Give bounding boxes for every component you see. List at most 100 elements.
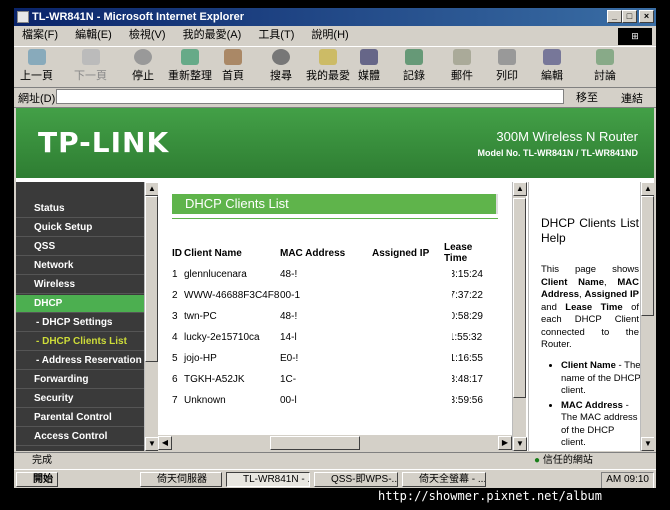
help-panel: DHCP Clients List Help This page shows C… [528, 182, 654, 451]
browser-window: TL-WR841N - Microsoft Internet Explorer … [14, 8, 656, 488]
scroll-down-arrow-icon[interactable]: ▼ [641, 437, 654, 451]
col-lease-time: Lease Time [444, 242, 473, 264]
address-input[interactable] [56, 89, 564, 104]
content-scrollbar[interactable]: ▲ ▼ [512, 182, 527, 451]
edit-icon [543, 49, 561, 65]
cell-id: 6 [172, 374, 178, 385]
nav-dhcp-clients-list[interactable]: - DHCP Clients List [16, 333, 144, 351]
cell-lease: 23:48:17 [444, 374, 483, 385]
nav-dhcp-settings[interactable]: - DHCP Settings [16, 314, 144, 332]
router-banner: TP-LINK 300M Wireless N Router Model No.… [16, 108, 654, 178]
nav-sidebar: Status Quick Setup QSS Network Wireless … [16, 182, 144, 451]
menu-edit[interactable]: 編輯(E) [75, 29, 112, 41]
back-arrow-icon [27, 49, 46, 65]
forward-button[interactable]: 下一頁 [74, 49, 107, 83]
nav-quick-setup[interactable]: Quick Setup [16, 219, 144, 237]
nav-dhcp[interactable]: DHCP [16, 295, 144, 313]
menu-favorites[interactable]: 我的最愛(A) [183, 29, 242, 41]
go-button[interactable]: 移至 [576, 89, 598, 105]
start-button[interactable]: 開始 [16, 472, 58, 487]
nav-parental-control[interactable]: Parental Control [16, 409, 144, 427]
nav-wireless[interactable]: Wireless [16, 276, 144, 294]
nav-network[interactable]: Network [16, 257, 144, 275]
scroll-down-arrow-icon[interactable]: ▼ [145, 437, 159, 451]
home-button[interactable]: 首頁 [222, 49, 244, 83]
cell-id: 7 [172, 395, 178, 406]
nav-access-control[interactable]: Access Control [16, 428, 144, 446]
scroll-up-arrow-icon[interactable]: ▲ [145, 182, 159, 196]
media-icon [360, 49, 378, 65]
ie-icon [17, 11, 29, 23]
menu-view[interactable]: 檢視(V) [129, 29, 166, 41]
links-button[interactable]: 連結 [621, 90, 643, 106]
model-number: Model No. TL-WR841N / TL-WR841ND [477, 148, 638, 158]
taskbar-app-3[interactable]: QSS-即WPS-... [314, 472, 398, 487]
taskbar: 開始 倚天伺服器 TL-WR841N - ... QSS-即WPS-... 倚天… [14, 469, 656, 488]
nav-qss[interactable]: QSS [16, 238, 144, 256]
sidebar-scrollbar[interactable]: ▲ ▼ [144, 182, 159, 451]
cell-id: 2 [172, 290, 178, 301]
help-scroll-thumb[interactable] [641, 196, 654, 316]
menu-tools[interactable]: 工具(T) [258, 29, 294, 41]
menu-bar: 檔案(F) 編輯(E) 檢視(V) 我的最愛(A) 工具(T) 說明(H) [14, 26, 656, 45]
list-item: MAC Address - The MAC address of the DHC… [561, 400, 641, 450]
browser-content: TP-LINK 300M Wireless N Router Model No.… [16, 108, 654, 451]
search-icon [272, 49, 290, 65]
edit-button[interactable]: 編輯 [541, 49, 563, 83]
taskbar-app-1[interactable]: 倚天伺服器 [140, 472, 222, 487]
cell-client-name: twn-PC [184, 311, 217, 322]
taskbar-app-2[interactable]: TL-WR841N - ... [226, 472, 310, 487]
hscroll-thumb[interactable] [270, 436, 360, 450]
cell-id: 1 [172, 269, 178, 280]
close-button[interactable]: × [639, 10, 654, 23]
discuss-button[interactable]: 討論 [594, 49, 616, 83]
history-button[interactable]: 記錄 [403, 49, 425, 83]
scroll-left-arrow-icon[interactable]: ◀ [158, 436, 172, 450]
col-client-name: Client Name [184, 247, 242, 259]
cell-id: 3 [172, 311, 178, 322]
help-list: Client Name - The name of the DHCP clien… [531, 360, 641, 451]
media-button[interactable]: 媒體 [358, 49, 380, 83]
nav-security[interactable]: Security [16, 390, 144, 408]
nav-status[interactable]: Status [16, 200, 144, 218]
cell-client-name: lucky-2e15710ca [184, 332, 260, 343]
nav-address-reservation[interactable]: - Address Reservation [16, 352, 144, 370]
scroll-right-arrow-icon[interactable]: ▶ [498, 436, 512, 450]
menu-file[interactable]: 檔案(F) [22, 29, 58, 41]
stop-button[interactable]: 停止 [132, 49, 154, 83]
scroll-down-arrow-icon[interactable]: ▼ [513, 437, 527, 451]
table-header-row: ID Client Name MAC Address Assigned IP L… [172, 242, 498, 264]
minimize-button[interactable]: _ [607, 10, 622, 23]
product-name: 300M Wireless N Router [496, 129, 638, 144]
sidebar-scroll-thumb[interactable] [145, 196, 158, 362]
nav-forwarding[interactable]: Forwarding [16, 371, 144, 389]
cell-lease: 11:55:32 [444, 332, 483, 343]
scroll-up-arrow-icon[interactable]: ▲ [513, 182, 527, 196]
mail-icon [453, 49, 471, 65]
content-scroll-thumb[interactable] [513, 198, 526, 398]
col-assigned-ip: Assigned IP [372, 247, 430, 259]
status-text: 完成 [32, 455, 52, 466]
favorites-button[interactable]: 我的最愛 [306, 49, 350, 83]
back-button[interactable]: 上一頁 [20, 49, 53, 83]
search-button[interactable]: 搜尋 [270, 49, 292, 83]
window-title: TL-WR841N - Microsoft Internet Explorer [32, 11, 245, 23]
help-scrollbar[interactable]: ▲ ▼ [640, 182, 654, 451]
menu-help[interactable]: 說明(H) [311, 29, 348, 41]
print-button[interactable]: 列印 [496, 49, 518, 83]
refresh-button[interactable]: 重新整理 [168, 49, 212, 83]
maximize-button[interactable]: □ [622, 10, 637, 23]
content-hscrollbar[interactable]: ◀ ▶ [158, 435, 512, 451]
cell-client-name: jojo-HP [184, 353, 217, 364]
discuss-icon [596, 49, 614, 65]
title-divider [172, 218, 498, 219]
col-mac-address: MAC Address [280, 247, 346, 259]
print-icon [498, 49, 516, 65]
forward-arrow-icon [81, 49, 100, 65]
footer-url: http://showmer.pixnet.net/album [378, 489, 602, 503]
cell-client-name: glennlucenara [184, 269, 247, 280]
cell-client-name: TGKH-A52JK [184, 374, 245, 385]
scroll-up-arrow-icon[interactable]: ▲ [641, 182, 654, 196]
taskbar-app-4[interactable]: 倚天全螢幕 - ... [402, 472, 486, 487]
mail-button[interactable]: 郵件 [451, 49, 473, 83]
